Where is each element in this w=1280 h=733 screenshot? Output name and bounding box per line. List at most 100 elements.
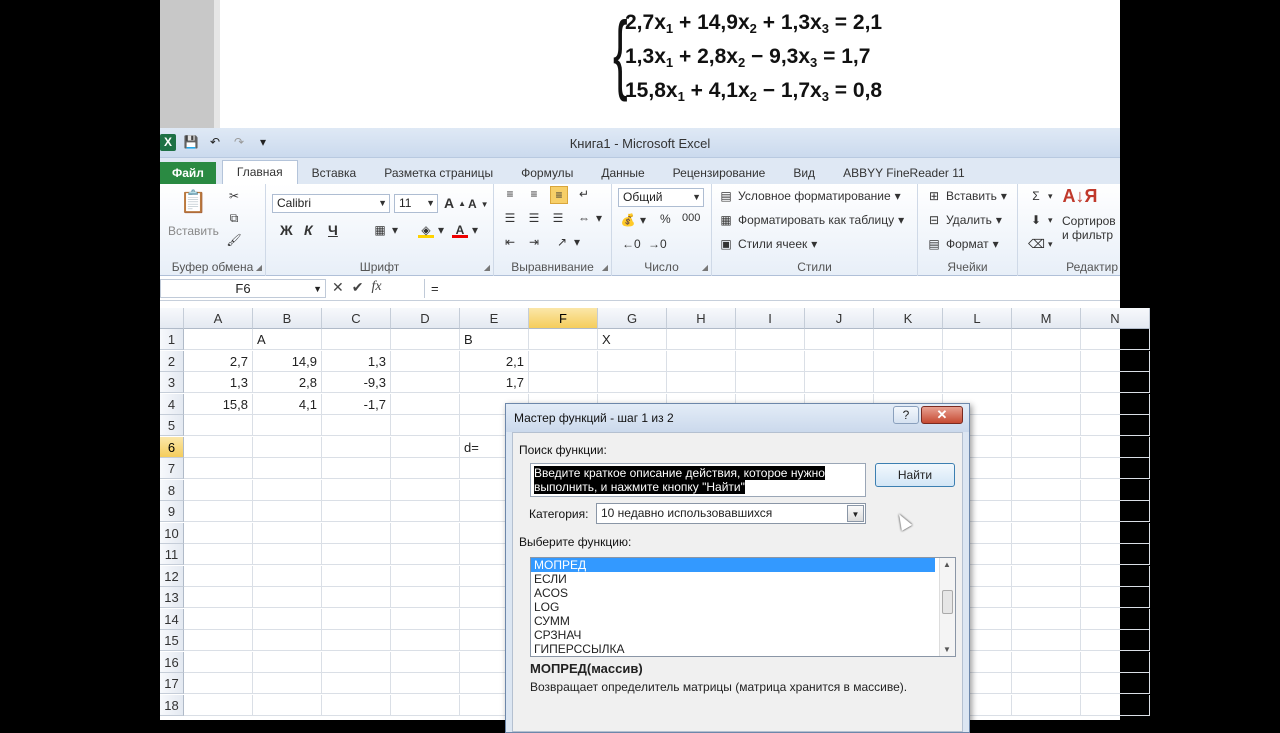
cell-n11[interactable] xyxy=(1081,544,1150,565)
cell-h3[interactable] xyxy=(667,372,736,393)
fill-color-button[interactable]: ◈ ▾ xyxy=(418,222,444,238)
select-all-corner[interactable] xyxy=(160,308,184,329)
cell-k3[interactable] xyxy=(874,372,943,393)
find-button[interactable]: Найти xyxy=(875,463,955,487)
align-right-button[interactable]: ☰ xyxy=(550,210,566,226)
help-button[interactable]: ? xyxy=(893,406,919,424)
tab-abbyy[interactable]: ABBYY FineReader 11 xyxy=(829,162,979,184)
cell-d15[interactable] xyxy=(391,630,460,651)
launcher-icon[interactable]: ◢ xyxy=(484,263,490,272)
cell-a4[interactable]: 15,8 xyxy=(184,393,253,415)
format-painter-button[interactable]: 🖌 xyxy=(226,232,242,248)
cell-n16[interactable] xyxy=(1081,651,1150,673)
grow-font-button[interactable]: A ▲ xyxy=(444,195,466,211)
tab-page-layout[interactable]: Разметка страницы xyxy=(370,162,507,184)
cell-b13[interactable] xyxy=(253,587,322,608)
cell-c4[interactable]: -1,7 xyxy=(322,393,391,415)
cell-m8[interactable] xyxy=(1012,479,1081,501)
row-header-13[interactable]: 13 xyxy=(160,587,184,608)
cell-b16[interactable] xyxy=(253,651,322,673)
cell-f1[interactable] xyxy=(529,329,598,350)
underline-button[interactable]: Ч xyxy=(328,222,338,238)
cell-j1[interactable] xyxy=(805,329,874,350)
cell-n3[interactable] xyxy=(1081,372,1150,393)
row-header-17[interactable]: 17 xyxy=(160,673,184,694)
cell-j3[interactable] xyxy=(805,372,874,393)
cell-b17[interactable] xyxy=(253,673,322,694)
launcher-icon[interactable]: ◢ xyxy=(702,263,708,272)
list-item[interactable]: МОПРЕД xyxy=(531,558,935,572)
cell-d11[interactable] xyxy=(391,544,460,565)
column-header-n[interactable]: N xyxy=(1081,308,1150,329)
scroll-up-icon[interactable]: ▲ xyxy=(943,560,951,569)
cell-n4[interactable] xyxy=(1081,393,1150,415)
cell-a17[interactable] xyxy=(184,673,253,694)
check-icon[interactable]: ✔ xyxy=(352,279,364,296)
cell-b18[interactable] xyxy=(253,694,322,716)
cell-k2[interactable] xyxy=(874,350,943,372)
font-color-button[interactable]: A ▾ xyxy=(452,222,478,238)
cell-f2[interactable] xyxy=(529,350,598,372)
cell-d5[interactable] xyxy=(391,415,460,436)
cell-a5[interactable] xyxy=(184,415,253,436)
list-scrollbar[interactable]: ▲ ▼ xyxy=(939,558,955,656)
cell-c13[interactable] xyxy=(322,587,391,608)
cell-b8[interactable] xyxy=(253,479,322,501)
cell-j2[interactable] xyxy=(805,350,874,372)
row-header-12[interactable]: 12 xyxy=(160,565,184,587)
cell-a12[interactable] xyxy=(184,565,253,587)
row-header-10[interactable]: 10 xyxy=(160,522,184,544)
align-top-button[interactable]: ≡ xyxy=(502,186,518,202)
cell-c11[interactable] xyxy=(322,544,391,565)
cell-c2[interactable]: 1,3 xyxy=(322,350,391,372)
cell-g1[interactable]: X xyxy=(598,329,667,350)
cell-l3[interactable] xyxy=(943,372,1012,393)
tab-view[interactable]: Вид xyxy=(779,162,829,184)
cell-m9[interactable] xyxy=(1012,501,1081,522)
decrease-indent-button[interactable]: ⇤ xyxy=(502,234,518,250)
cell-m3[interactable] xyxy=(1012,372,1081,393)
wrap-text-button[interactable]: ↵ xyxy=(576,186,592,202)
cell-n12[interactable] xyxy=(1081,565,1150,587)
tab-file[interactable]: Файл xyxy=(160,162,216,184)
cell-m5[interactable] xyxy=(1012,415,1081,436)
launcher-icon[interactable]: ◢ xyxy=(256,263,262,272)
cell-d8[interactable] xyxy=(391,479,460,501)
percent-button[interactable]: % xyxy=(660,212,671,226)
cell-n14[interactable] xyxy=(1081,608,1150,630)
cell-e3[interactable]: 1,7 xyxy=(460,372,529,393)
list-item[interactable]: СРЗНАЧ xyxy=(531,628,935,642)
cell-a2[interactable]: 2,7 xyxy=(184,350,253,372)
cell-d12[interactable] xyxy=(391,565,460,587)
conditional-formatting-button[interactable]: ▤ Условное форматирование ▾ xyxy=(718,188,900,204)
cell-c5[interactable] xyxy=(322,415,391,436)
row-header-16[interactable]: 16 xyxy=(160,651,184,673)
close-button[interactable]: ✕ xyxy=(921,406,963,424)
cell-a3[interactable]: 1,3 xyxy=(184,372,253,393)
column-header-b[interactable]: B xyxy=(253,308,322,329)
cell-a8[interactable] xyxy=(184,479,253,501)
search-input[interactable]: Введите краткое описание действия, котор… xyxy=(530,463,866,497)
cell-d7[interactable] xyxy=(391,458,460,479)
cell-d6[interactable] xyxy=(391,436,460,458)
column-header-i[interactable]: I xyxy=(736,308,805,329)
cell-c16[interactable] xyxy=(322,651,391,673)
cell-b4[interactable]: 4,1 xyxy=(253,393,322,415)
list-item[interactable]: СУММ xyxy=(531,614,935,628)
column-header-e[interactable]: E xyxy=(460,308,529,329)
insert-function-icon[interactable]: fx xyxy=(371,279,381,296)
cell-n8[interactable] xyxy=(1081,479,1150,501)
row-header-5[interactable]: 5 xyxy=(160,415,184,436)
cell-b9[interactable] xyxy=(253,501,322,522)
column-header-a[interactable]: A xyxy=(184,308,253,329)
bold-button[interactable]: Ж xyxy=(280,222,293,238)
cell-n10[interactable] xyxy=(1081,522,1150,544)
cut-button[interactable]: ✂ xyxy=(226,188,242,204)
cell-a10[interactable] xyxy=(184,522,253,544)
decrease-decimal-button[interactable]: →0 xyxy=(648,236,667,252)
cell-d17[interactable] xyxy=(391,673,460,694)
cell-d10[interactable] xyxy=(391,522,460,544)
cell-m10[interactable] xyxy=(1012,522,1081,544)
cell-a7[interactable] xyxy=(184,458,253,479)
align-center-button[interactable]: ☰ xyxy=(526,210,542,226)
